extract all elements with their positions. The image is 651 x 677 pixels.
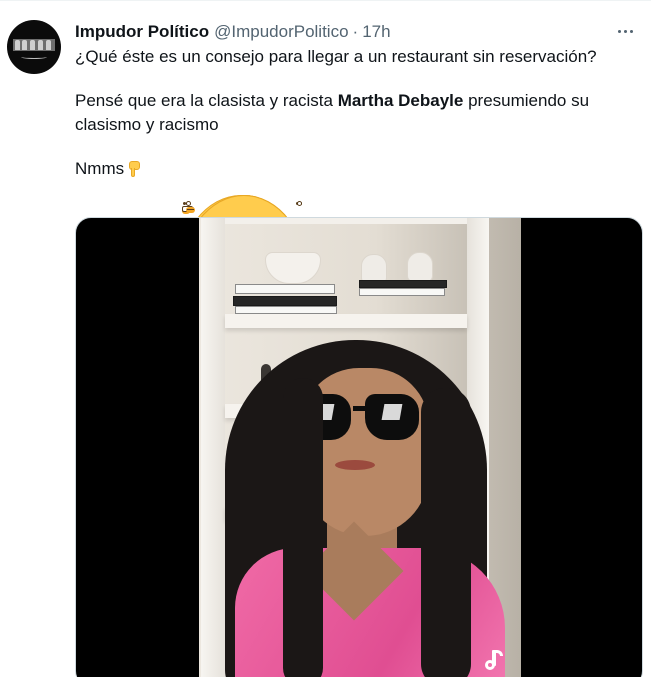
tweet-line-2-pre: Pensé que era la clasista y racista xyxy=(75,91,338,110)
shelf xyxy=(225,314,467,328)
tweet-header: Impudor Político @ImpudorPolitico · 17h xyxy=(75,21,391,43)
author-handle[interactable]: @ImpudorPolitico xyxy=(214,22,348,42)
book xyxy=(235,306,337,314)
tweet[interactable]: Impudor Político @ImpudorPolitico · 17h … xyxy=(0,0,651,677)
avatar-signature xyxy=(21,55,47,59)
author-name[interactable]: Impudor Político xyxy=(75,22,209,42)
book xyxy=(359,288,445,296)
tiktok-logo-icon xyxy=(482,648,508,674)
mentioned-name: Martha Debayle xyxy=(337,91,464,110)
avatar[interactable] xyxy=(7,20,61,74)
tweet-line-1: ¿Qué éste es un consejo para llegar a un… xyxy=(75,45,635,363)
backhand-index-pointing-down-emoji xyxy=(127,159,141,178)
tweet-line-2: Pensé que era la clasista y racista Mart… xyxy=(75,89,635,363)
hair-strand-left xyxy=(283,378,323,677)
tweet-line-1-text: ¿Qué éste es un consejo para llegar a un… xyxy=(75,47,597,66)
more-options-icon[interactable] xyxy=(613,19,637,43)
sunglasses-bridge xyxy=(353,406,367,411)
book xyxy=(235,284,335,294)
decor-vase xyxy=(407,252,433,282)
hair-strand-right xyxy=(421,388,471,677)
separator-dot: · xyxy=(352,22,359,41)
tweet-video[interactable] xyxy=(75,217,643,677)
tweet-line-3: Nmms xyxy=(75,157,635,363)
timestamp[interactable]: 17h xyxy=(362,22,390,42)
sunglasses-lens-right xyxy=(365,394,419,440)
person-lips xyxy=(335,460,375,470)
tweet-line-3-text: Nmms xyxy=(75,159,125,178)
avatar-image xyxy=(13,39,55,51)
book xyxy=(359,280,447,288)
book xyxy=(233,296,337,306)
tweet-text: ¿Qué éste es un consejo para llegar a un… xyxy=(75,45,635,363)
video-frame[interactable] xyxy=(199,218,521,677)
